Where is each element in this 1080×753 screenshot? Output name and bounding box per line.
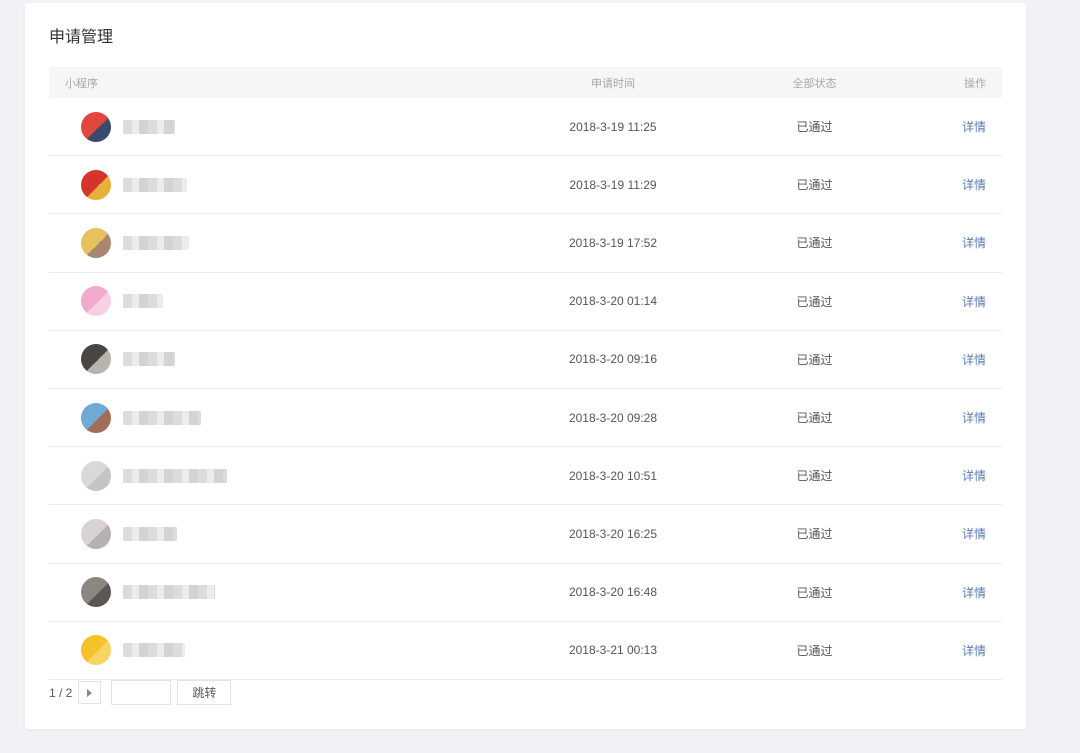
operation-cell: 详情 bbox=[892, 351, 1002, 368]
table-row: 2018-3-20 01:14 已通过 详情 bbox=[49, 273, 1002, 331]
status-text: 已通过 bbox=[796, 643, 833, 658]
table-row: 2018-3-19 17:52 已通过 详情 bbox=[49, 214, 1002, 273]
operation-cell: 详情 bbox=[892, 293, 1002, 310]
caret-right-icon bbox=[87, 688, 93, 697]
operation-cell: 详情 bbox=[892, 467, 1002, 484]
app-avatar bbox=[81, 111, 111, 142]
details-link[interactable]: 详情 bbox=[962, 178, 986, 192]
header-operation: 操作 bbox=[964, 76, 986, 90]
table-row: 2018-3-20 16:25 已通过 详情 bbox=[49, 505, 1002, 564]
app-name-redacted bbox=[123, 235, 189, 250]
applications-table: 小程序 申请时间 全部状态 操作 2018-3-19 11:25 已通过 详情 201… bbox=[49, 67, 1002, 680]
operation-cell: 详情 bbox=[892, 234, 1002, 251]
table-body: 2018-3-19 11:25 已通过 详情 2018-3-19 11:29 已通过 详情… bbox=[49, 98, 1002, 680]
apply-time: 2018-3-19 11:25 bbox=[569, 119, 657, 134]
app-cell bbox=[49, 635, 489, 666]
app-cell bbox=[49, 460, 489, 491]
apply-time: 2018-3-20 16:48 bbox=[568, 585, 658, 600]
app-avatar bbox=[81, 344, 111, 375]
jump-button[interactable]: 跳转 bbox=[177, 680, 232, 705]
apply-time: 2018-3-20 10:51 bbox=[568, 468, 658, 483]
details-link[interactable]: 详情 bbox=[962, 120, 986, 134]
details-link[interactable]: 详情 bbox=[962, 295, 986, 309]
apply-time: 2018-3-20 01:14 bbox=[568, 294, 658, 309]
table-row: 2018-3-21 00:13 已通过 详情 bbox=[49, 622, 1002, 680]
app-cell bbox=[49, 169, 489, 200]
app-avatar bbox=[81, 169, 111, 200]
app-name-redacted bbox=[123, 643, 185, 658]
status-text: 已通过 bbox=[796, 411, 833, 426]
apply-time: 2018-3-20 16:25 bbox=[568, 526, 658, 541]
apply-time: 2018-3-19 17:52 bbox=[568, 235, 658, 250]
table-row: 2018-3-20 09:28 已通过 详情 bbox=[49, 389, 1002, 448]
app-avatar bbox=[81, 402, 111, 433]
next-page-button[interactable] bbox=[78, 681, 102, 704]
apply-time: 2018-3-21 00:13 bbox=[568, 643, 658, 658]
details-link[interactable]: 详情 bbox=[962, 469, 986, 483]
status-text: 已通过 bbox=[796, 178, 833, 193]
app-name-redacted bbox=[123, 177, 187, 192]
status-text: 已通过 bbox=[796, 469, 833, 484]
header-app: 小程序 bbox=[65, 76, 98, 90]
apply-time: 2018-3-19 11:29 bbox=[569, 177, 657, 192]
app-cell bbox=[49, 111, 489, 142]
operation-cell: 详情 bbox=[892, 409, 1002, 426]
table-row: 2018-3-20 09:16 已通过 详情 bbox=[49, 331, 1002, 389]
app-cell bbox=[49, 577, 489, 608]
status-text: 已通过 bbox=[796, 352, 833, 367]
table-header: 小程序 申请时间 全部状态 操作 bbox=[49, 67, 1002, 98]
app-cell bbox=[49, 227, 489, 258]
status-text: 已通过 bbox=[796, 120, 833, 135]
app-name-redacted bbox=[123, 468, 227, 483]
operation-cell: 详情 bbox=[892, 118, 1002, 135]
header-apply-time: 申请时间 bbox=[591, 76, 635, 90]
app-cell bbox=[49, 402, 489, 433]
app-avatar bbox=[81, 460, 111, 491]
details-link[interactable]: 详情 bbox=[962, 411, 986, 425]
operation-cell: 详情 bbox=[892, 642, 1002, 659]
app-avatar bbox=[81, 227, 111, 258]
page-info: 1 / 2 bbox=[49, 685, 73, 700]
app-cell bbox=[49, 344, 489, 375]
pagination: 1 / 2 跳转 bbox=[49, 680, 232, 705]
app-name-redacted bbox=[123, 585, 215, 600]
page-title: 申请管理 bbox=[49, 27, 114, 46]
operation-cell: 详情 bbox=[892, 525, 1002, 542]
status-text: 已通过 bbox=[796, 236, 833, 251]
table-row: 2018-3-20 10:51 已通过 详情 bbox=[49, 447, 1002, 506]
app-cell bbox=[49, 286, 489, 317]
status-text: 已通过 bbox=[796, 527, 833, 542]
app-avatar bbox=[81, 286, 111, 317]
operation-cell: 详情 bbox=[892, 584, 1002, 601]
table-row: 2018-3-19 11:29 已通过 详情 bbox=[49, 156, 1002, 215]
status-text: 已通过 bbox=[796, 294, 833, 309]
application-management-card: 申请管理 小程序 申请时间 全部状态 操作 2018-3-19 11:25 已通过… bbox=[25, 3, 1026, 729]
app-avatar bbox=[81, 635, 111, 666]
app-name-redacted bbox=[123, 119, 175, 134]
header-status-filter[interactable]: 全部状态 bbox=[737, 75, 892, 91]
page-jump-input[interactable] bbox=[111, 680, 172, 705]
app-name-redacted bbox=[123, 352, 175, 367]
status-text: 已通过 bbox=[796, 585, 833, 600]
apply-time: 2018-3-20 09:16 bbox=[568, 352, 658, 367]
operation-cell: 详情 bbox=[892, 176, 1002, 193]
details-link[interactable]: 详情 bbox=[962, 353, 986, 367]
details-link[interactable]: 详情 bbox=[962, 644, 986, 658]
app-name-redacted bbox=[123, 410, 201, 425]
app-cell bbox=[49, 518, 489, 549]
details-link[interactable]: 详情 bbox=[962, 586, 986, 600]
table-row: 2018-3-19 11:25 已通过 详情 bbox=[49, 98, 1002, 157]
app-name-redacted bbox=[123, 294, 163, 309]
app-avatar bbox=[81, 518, 111, 549]
app-name-redacted bbox=[123, 526, 177, 541]
app-avatar bbox=[81, 577, 111, 608]
details-link[interactable]: 详情 bbox=[962, 527, 986, 541]
apply-time: 2018-3-20 09:28 bbox=[568, 410, 658, 425]
table-row: 2018-3-20 16:48 已通过 详情 bbox=[49, 564, 1002, 622]
details-link[interactable]: 详情 bbox=[962, 236, 986, 250]
